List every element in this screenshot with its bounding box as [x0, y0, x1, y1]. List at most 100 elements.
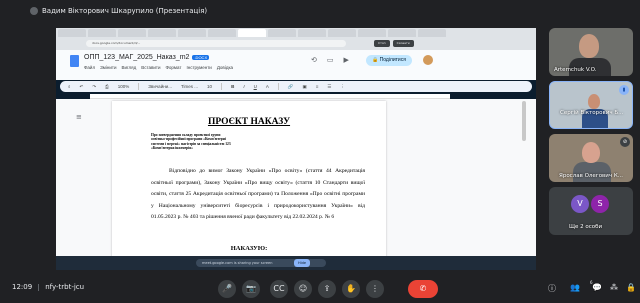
more-participants-tile[interactable]: V S Ще 2 особи — [549, 187, 633, 235]
align-icon[interactable]: ≡ — [316, 84, 319, 89]
screen-share-notice: Стоп Сховати — [374, 39, 414, 48]
browser-tab[interactable] — [178, 29, 206, 37]
menu-help[interactable]: Довідка — [217, 65, 233, 70]
browser-tab[interactable] — [148, 29, 176, 37]
menu-tools[interactable]: Інструменти — [186, 65, 211, 70]
shared-screen: docs.google.com/document/d/... Стоп Схов… — [56, 28, 536, 270]
muted-mic-icon: ⊘ — [620, 137, 630, 147]
meeting-info: 12:09 nfy-trbt-jcu — [12, 283, 84, 291]
people-icon[interactable]: 👥 — [570, 283, 580, 292]
hide-sharing-bar-button[interactable]: Hide — [294, 259, 310, 267]
participant-tile[interactable]: ⊘ Ярослав Олегович К... — [549, 134, 633, 182]
browser-tab[interactable] — [118, 29, 146, 37]
document-page[interactable]: ПРОЄКТ НАКАЗУ Про затвердження складу пр… — [112, 101, 386, 261]
undo-icon[interactable]: ↶ — [80, 84, 84, 90]
microphone-button[interactable]: 🎤 — [218, 280, 236, 298]
toolbar-divider — [277, 83, 279, 90]
list-icon[interactable]: ☰ — [327, 84, 331, 90]
font-size-input[interactable]: 10 — [207, 84, 212, 89]
participant-name: Сергій Вікторович Б... — [560, 110, 624, 116]
menu-edit[interactable]: Змінити — [100, 65, 116, 70]
meet-control-bar: 12:09 nfy-trbt-jcu 🎤 📷 CC ☺ ⇪ ✋ ⋮ ✆ ⓘ 👥 6… — [0, 272, 640, 303]
docs-menu-bar: Файл Змінити Вигляд Вставити Формат Інст… — [84, 65, 233, 70]
avatar[interactable] — [423, 55, 433, 65]
meeting-code[interactable]: nfy-trbt-jcu — [45, 283, 84, 291]
scrollbar[interactable] — [522, 101, 526, 141]
share-button[interactable]: 🔒 Поділитися — [366, 55, 412, 66]
divider — [38, 283, 40, 291]
browser-tab[interactable] — [58, 29, 86, 37]
document-body: Відповідно до вимог Закону України «Про … — [151, 168, 365, 220]
toolbar-divider — [221, 83, 223, 90]
menu-insert[interactable]: Вставити — [141, 65, 160, 70]
docs-toolbar: ⌕ ↶ ↷ ⎙ 100% Звичайни... Times ... 10 B … — [60, 81, 532, 92]
print-icon[interactable]: ⎙ — [105, 84, 109, 89]
file-type-badge: .DOCX — [192, 54, 210, 60]
document-about: Про затвердження складу проектної групи … — [151, 133, 231, 151]
presentation-chip[interactable]: Вадим Вікторович Шкарупило (Презентація) — [30, 7, 207, 15]
participant-name: Artemchuk V.O. — [554, 67, 597, 73]
italic-button[interactable]: I — [243, 84, 244, 89]
browser-tab-active[interactable] — [238, 29, 266, 37]
participant-face — [582, 142, 600, 163]
raise-hand-button[interactable]: ✋ — [342, 280, 360, 298]
chat-icon[interactable]: 💬 — [592, 283, 602, 292]
filename-text[interactable]: ОПП_123_МАГ_2025_Наказ_m2 — [84, 54, 189, 61]
docs-header: ОПП_123_МАГ_2025_Наказ_m2 .DOCX Файл Змін… — [56, 50, 536, 80]
video-call-icon[interactable]: ▶ — [344, 56, 349, 64]
participant-tile[interactable]: Artemchuk V.O. — [549, 28, 633, 76]
browser-chrome: docs.google.com/document/d/... Стоп Схов… — [56, 28, 536, 50]
search-icon[interactable]: ⌕ — [68, 84, 71, 89]
speaking-icon: ▮ — [619, 85, 629, 95]
browser-tab[interactable] — [328, 29, 356, 37]
menu-view[interactable]: Вигляд — [121, 65, 136, 70]
document-filename[interactable]: ОПП_123_МАГ_2025_Наказ_m2 .DOCX — [84, 54, 210, 61]
text-color-button[interactable]: A — [266, 84, 269, 89]
info-icon[interactable]: ⓘ — [548, 283, 556, 294]
style-select[interactable]: Звичайни... — [148, 84, 172, 89]
avatar — [30, 7, 38, 15]
browser-tab[interactable] — [268, 29, 296, 37]
bold-button[interactable]: B — [231, 84, 234, 89]
underline-button[interactable]: U — [254, 84, 257, 89]
font-select[interactable]: Times ... — [181, 84, 198, 89]
link-icon[interactable]: 🔗 — [288, 84, 294, 90]
image-icon[interactable]: ▣ — [302, 84, 306, 90]
host-controls-icon[interactable]: 🔒 — [626, 283, 636, 292]
browser-tab[interactable] — [358, 29, 386, 37]
zoom-select[interactable]: 100% — [118, 84, 130, 89]
menu-format[interactable]: Формат — [165, 65, 181, 70]
more-participants-label: Ще 2 особи — [569, 224, 603, 230]
participant-tile[interactable]: ▮ Сергій Вікторович Б... — [549, 81, 633, 129]
captions-button[interactable]: CC — [270, 280, 288, 298]
header-icons: ⟲ ▭ ▶ — [311, 56, 349, 64]
browser-tab[interactable] — [388, 29, 416, 37]
participant-face — [579, 34, 599, 58]
browser-tab[interactable] — [88, 29, 116, 37]
address-bar[interactable]: docs.google.com/document/d/... — [86, 40, 346, 47]
comment-icon[interactable]: ▭ — [327, 56, 334, 64]
leave-call-button[interactable]: ✆ — [408, 280, 438, 298]
avatar: S — [591, 195, 609, 213]
participant-video — [573, 162, 611, 182]
document-heading: НАКАЗУЮ: — [230, 245, 268, 252]
more-options-icon[interactable]: ⋮ — [340, 84, 345, 90]
docs-logo-icon[interactable] — [70, 55, 79, 67]
hide-notice-button[interactable]: Сховати — [392, 40, 414, 47]
browser-tab[interactable] — [418, 29, 446, 37]
meet-top-bar: Вадим Вікторович Шкарупило (Презентація) — [0, 0, 640, 26]
history-icon[interactable]: ⟲ — [311, 56, 317, 64]
menu-file[interactable]: Файл — [84, 65, 95, 70]
browser-tab[interactable] — [298, 29, 326, 37]
stop-sharing-button[interactable]: Стоп — [374, 40, 390, 47]
more-options-button[interactable]: ⋮ — [366, 280, 384, 298]
emoji-button[interactable]: ☺ — [294, 280, 312, 298]
outline-icon[interactable]: ≡ — [76, 113, 82, 121]
browser-tab[interactable] — [208, 29, 236, 37]
camera-button[interactable]: 📷 — [242, 280, 260, 298]
redo-icon[interactable]: ↷ — [92, 84, 96, 90]
document-title: ПРОЄКТ НАКАЗУ — [207, 117, 291, 127]
meet-window: Вадим Вікторович Шкарупило (Презентація)… — [0, 0, 640, 303]
present-button[interactable]: ⇪ — [318, 280, 336, 298]
activities-icon[interactable]: ⁂ — [610, 283, 618, 292]
